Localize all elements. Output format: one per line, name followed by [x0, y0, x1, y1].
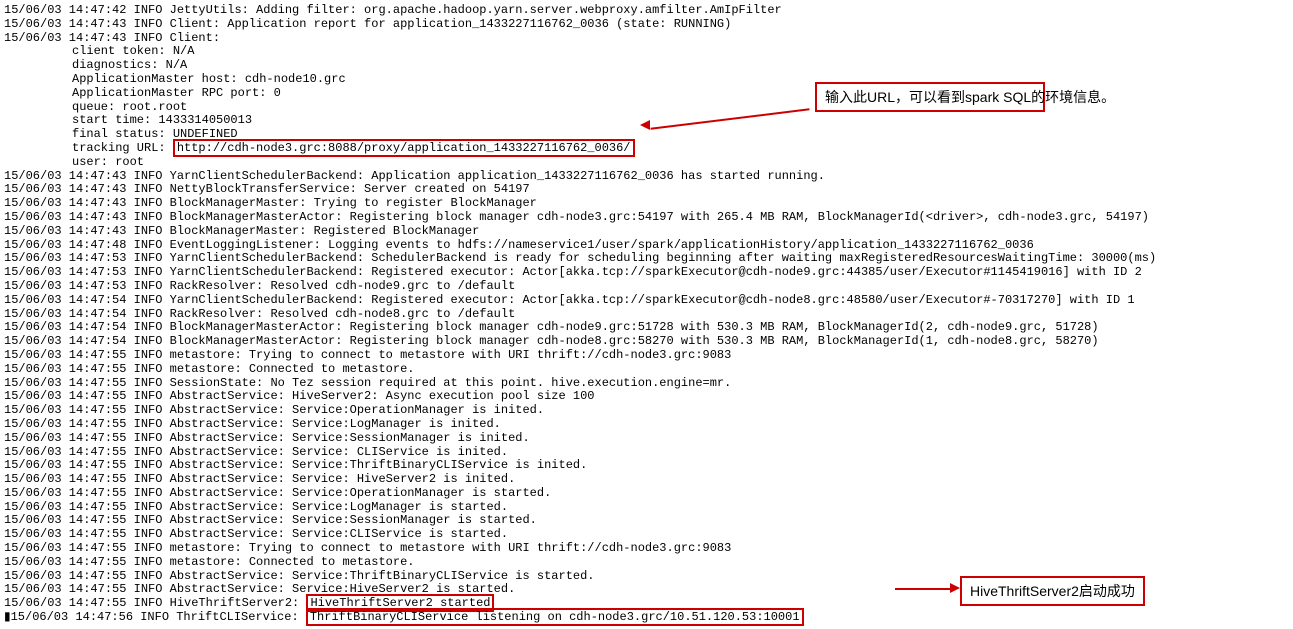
log-line: 15/06/03 14:47:42 INFO JettyUtils: Addin… [4, 4, 1289, 18]
url-annotation: 输入此URL，可以看到spark SQL的环境信息。 [815, 82, 1045, 112]
log-line: 15/06/03 14:47:55 INFO AbstractService: … [4, 446, 1289, 460]
log-line: 15/06/03 14:47:55 INFO metastore: Trying… [4, 542, 1289, 556]
log-line: 15/06/03 14:47:53 INFO YarnClientSchedul… [4, 266, 1289, 280]
log-line: 15/06/03 14:47:55 INFO metastore: Connec… [4, 363, 1289, 377]
log-line: 15/06/03 14:47:53 INFO YarnClientSchedul… [4, 252, 1289, 266]
log-line: 15/06/03 14:47:55 INFO SessionState: No … [4, 377, 1289, 391]
log-line: 15/06/03 14:47:55 INFO AbstractService: … [4, 418, 1289, 432]
log-line: ▮15/06/03 14:47:56 INFO ThriftCLIService… [4, 611, 1289, 625]
highlighted-text: ThriftBinaryCLIService listening on cdh-… [306, 608, 804, 626]
log-line: client token: N/A [4, 45, 1289, 59]
log-line: 15/06/03 14:47:55 INFO AbstractService: … [4, 514, 1289, 528]
url-annotation-text: 输入此URL，可以看到spark SQL的环境信息。 [825, 89, 1115, 105]
log-line: 15/06/03 14:47:43 INFO BlockManagerMaste… [4, 225, 1289, 239]
log-line: user: root [4, 156, 1289, 170]
log-line: 15/06/03 14:47:54 INFO BlockManagerMaste… [4, 335, 1289, 349]
log-text: tracking URL: [72, 141, 173, 155]
log-line: diagnostics: N/A [4, 59, 1289, 73]
log-text: 15/06/03 14:47:55 INFO HiveThriftServer2… [4, 596, 306, 610]
log-line: 15/06/03 14:47:43 INFO NettyBlockTransfe… [4, 183, 1289, 197]
log-line: tracking URL: http://cdh-node3.grc:8088/… [4, 142, 1289, 156]
log-line: 15/06/03 14:47:55 INFO AbstractService: … [4, 404, 1289, 418]
log-line: 15/06/03 14:47:55 INFO AbstractService: … [4, 459, 1289, 473]
log-line: 15/06/03 14:47:43 INFO BlockManagerMaste… [4, 211, 1289, 225]
log-line: 15/06/03 14:47:43 INFO Client: Applicati… [4, 18, 1289, 32]
log-line: 15/06/03 14:47:54 INFO RackResolver: Res… [4, 308, 1289, 322]
log-line: 15/06/03 14:47:54 INFO YarnClientSchedul… [4, 294, 1289, 308]
log-line: 15/06/03 14:47:43 INFO Client: [4, 32, 1289, 46]
highlighted-text: http://cdh-node3.grc:8088/proxy/applicat… [173, 139, 635, 157]
log-line: 15/06/03 14:47:43 INFO YarnClientSchedul… [4, 170, 1289, 184]
log-line: 15/06/03 14:47:53 INFO RackResolver: Res… [4, 280, 1289, 294]
log-line: 15/06/03 14:47:55 INFO AbstractService: … [4, 390, 1289, 404]
log-line: 15/06/03 14:47:55 INFO metastore: Connec… [4, 556, 1289, 570]
log-line: 15/06/03 14:47:55 INFO AbstractService: … [4, 501, 1289, 515]
server-annotation: HiveThriftServer2启动成功 [960, 576, 1145, 606]
log-line: 15/06/03 14:47:55 INFO AbstractService: … [4, 487, 1289, 501]
arrow-head-server [950, 583, 960, 593]
log-line: 15/06/03 14:47:54 INFO BlockManagerMaste… [4, 321, 1289, 335]
log-text: ▮15/06/03 14:47:56 INFO ThriftCLIService… [4, 610, 306, 624]
log-line: ApplicationMaster host: cdh-node10.grc [4, 73, 1289, 87]
arrow-head-url [640, 120, 650, 130]
log-line: 15/06/03 14:47:43 INFO BlockManagerMaste… [4, 197, 1289, 211]
log-line: 15/06/03 14:47:55 INFO metastore: Trying… [4, 349, 1289, 363]
log-line: 15/06/03 14:47:55 INFO AbstractService: … [4, 473, 1289, 487]
log-line: 15/06/03 14:47:55 INFO AbstractService: … [4, 432, 1289, 446]
log-line: 15/06/03 14:47:48 INFO EventLoggingListe… [4, 239, 1289, 253]
server-annotation-text: HiveThriftServer2启动成功 [970, 583, 1135, 599]
arrow-to-server [895, 588, 955, 590]
log-line: 15/06/03 14:47:55 INFO AbstractService: … [4, 528, 1289, 542]
